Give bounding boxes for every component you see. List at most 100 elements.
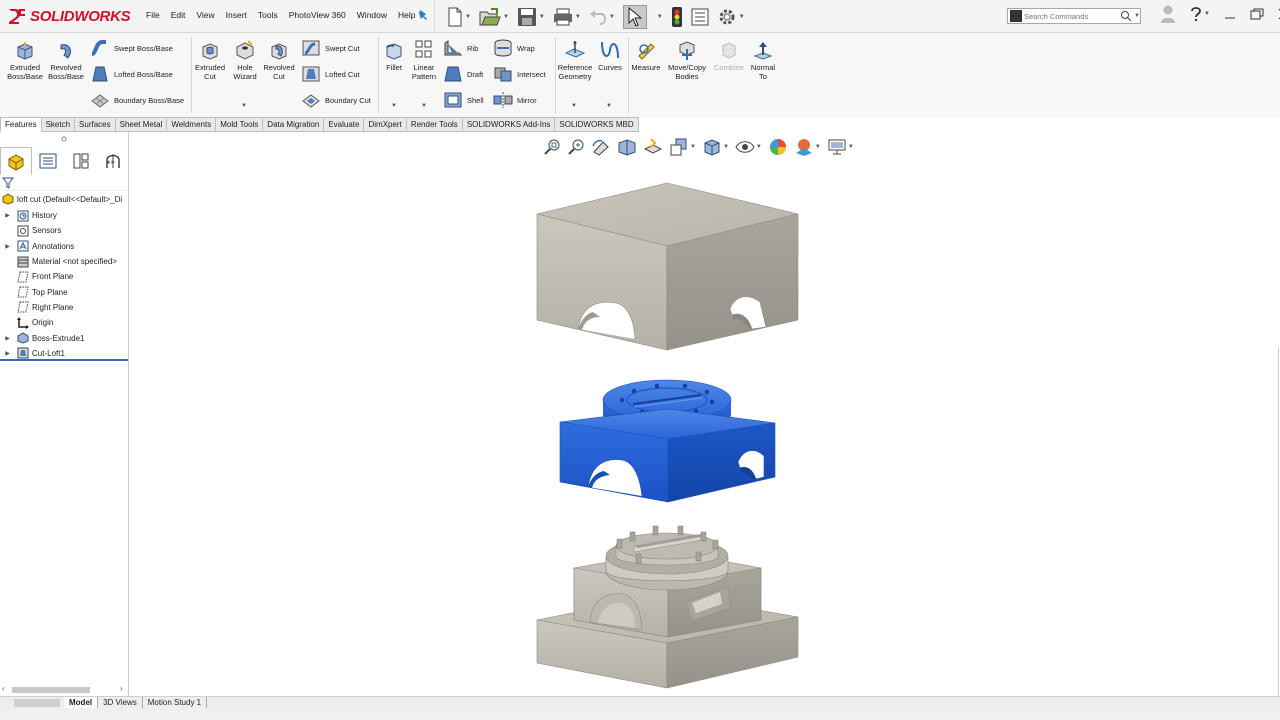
search-icon[interactable]: [1120, 10, 1132, 22]
scroll-right-icon[interactable]: ›: [120, 684, 123, 693]
lower-mold-block[interactable]: [536, 525, 799, 689]
tab-weldments[interactable]: Weldments: [167, 117, 217, 132]
extruded-cut-button[interactable]: Extruded Cut: [193, 41, 227, 81]
menu-file[interactable]: File: [146, 10, 160, 20]
tab-features[interactable]: Features: [0, 117, 42, 132]
tab-model[interactable]: Model: [64, 697, 99, 708]
draft-button[interactable]: Draft: [443, 65, 483, 83]
wrap-button[interactable]: Wrap: [493, 39, 535, 57]
menu-insert[interactable]: Insert: [226, 10, 247, 20]
swept-boss-button[interactable]: Swept Boss/Base: [90, 39, 173, 57]
fillet-dropdown[interactable]: ▼: [391, 103, 397, 109]
fillet-button[interactable]: Fillet: [382, 41, 406, 72]
rollback-bar[interactable]: [0, 359, 128, 361]
property-manager-tab[interactable]: [32, 147, 64, 175]
tab-surfaces[interactable]: Surfaces: [75, 117, 116, 132]
boundary-boss-button[interactable]: Boundary Boss/Base: [90, 91, 184, 109]
menu-photoview[interactable]: PhotoView 360: [289, 10, 346, 20]
tree-item-boss-extrude1[interactable]: ▶ Boss-Extrude1: [0, 330, 128, 345]
select-dropdown[interactable]: ▼: [655, 14, 663, 20]
tree-item-origin[interactable]: Origin: [0, 315, 128, 330]
expand-arrow-icon[interactable]: ▶: [3, 243, 12, 250]
expand-arrow-icon[interactable]: ▶: [3, 212, 12, 219]
user-account-button[interactable]: [1160, 4, 1176, 24]
rebuild-button[interactable]: [671, 6, 683, 28]
feature-manager-tab[interactable]: [0, 147, 33, 175]
expand-arrow-icon[interactable]: ▶: [3, 350, 12, 357]
new-document-button[interactable]: ▼: [447, 7, 471, 27]
tab-evaluate[interactable]: Evaluate: [324, 117, 365, 132]
menu-tools[interactable]: Tools: [258, 10, 278, 20]
help-button[interactable]: ▼: [1190, 7, 1210, 21]
tree-item-top-plane[interactable]: Top Plane: [0, 284, 128, 299]
print-button[interactable]: ▼: [553, 8, 581, 26]
tab-data-migration[interactable]: Data Migration: [263, 117, 325, 132]
select-button[interactable]: [622, 4, 647, 29]
search-commands-box[interactable]: ▼: [1007, 8, 1141, 24]
linear-pattern-dropdown[interactable]: ▼: [421, 103, 427, 109]
mirror-button[interactable]: Mirror: [493, 91, 537, 109]
open-button[interactable]: ▼: [479, 7, 509, 27]
panel-grip-icon[interactable]: [60, 135, 68, 143]
tab-solidworks-add-ins[interactable]: SOLIDWORKS Add-Ins: [462, 117, 556, 132]
curves-button[interactable]: Curves: [596, 39, 624, 72]
scroll-thumb[interactable]: [12, 687, 90, 693]
measure-button[interactable]: Measure: [630, 41, 662, 72]
undo-button[interactable]: ▼: [589, 8, 615, 26]
tab-mold-tools[interactable]: Mold Tools: [216, 117, 264, 132]
manager-tabs-scroll[interactable]: ◂ ▸: [106, 158, 115, 166]
search-dropdown-icon[interactable]: ▼: [1134, 13, 1140, 19]
rib-button[interactable]: Rib: [443, 39, 478, 57]
tab-sheet-metal[interactable]: Sheet Metal: [115, 117, 168, 132]
search-commands-input[interactable]: [1024, 11, 1120, 21]
menu-window[interactable]: Window: [357, 10, 387, 20]
extruded-boss-button[interactable]: Extruded Boss/Base: [6, 41, 44, 81]
restore-button[interactable]: [1250, 8, 1264, 20]
curves-dropdown[interactable]: ▼: [606, 103, 612, 109]
configuration-manager-tab[interactable]: [65, 147, 97, 175]
graphics-area[interactable]: ▼ ▼ ▼ ▼ ▼: [130, 132, 1280, 696]
tab-dimxpert[interactable]: DimXpert: [364, 117, 407, 132]
tree-item-front-plane[interactable]: Front Plane: [0, 269, 128, 284]
pin-menu-icon[interactable]: [417, 9, 429, 23]
shell-button[interactable]: Shell: [443, 91, 484, 109]
tab-3d-views[interactable]: 3D Views: [98, 697, 143, 708]
lofted-cut-button[interactable]: Lofted Cut: [301, 65, 360, 83]
model-scene[interactable]: [130, 132, 1280, 696]
tab-render-tools[interactable]: Render Tools: [406, 117, 463, 132]
expand-arrow-icon[interactable]: ▶: [3, 335, 12, 342]
tab-solidworks-mbd[interactable]: SOLIDWORKS MBD: [555, 117, 639, 132]
swept-cut-button[interactable]: Swept Cut: [301, 39, 360, 57]
revolved-cut-button[interactable]: Revolved Cut: [262, 41, 296, 81]
tree-item-history[interactable]: ▶ History: [0, 208, 128, 223]
molded-part-blue[interactable]: [559, 379, 776, 503]
solidworks-logo[interactable]: SOLIDWORKS: [6, 4, 131, 28]
combine-button[interactable]: Combine: [711, 41, 747, 72]
tree-item-sensors[interactable]: Sensors: [0, 223, 128, 238]
feature-tree-root[interactable]: loft cut (Default<<Default>_Di: [2, 193, 122, 205]
reference-geometry-button[interactable]: Reference Geometry: [556, 39, 594, 81]
tab-scroll-arrows[interactable]: [14, 699, 60, 707]
revolved-boss-button[interactable]: Revolved Boss/Base: [46, 41, 86, 81]
normal-to-button[interactable]: Normal To: [748, 41, 778, 81]
menu-help[interactable]: Help: [398, 10, 415, 20]
scroll-left-icon[interactable]: ‹: [2, 684, 5, 693]
options-button[interactable]: ▼: [717, 7, 745, 27]
hole-wizard-button[interactable]: Hole Wizard: [229, 39, 261, 81]
hole-wizard-dropdown[interactable]: ▼: [241, 103, 247, 109]
linear-pattern-button[interactable]: Linear Pattern: [408, 39, 440, 81]
upper-mold-block[interactable]: [536, 182, 799, 351]
feature-tree-hscrollbar[interactable]: ‹ ›: [0, 684, 128, 696]
minimize-button[interactable]: [1224, 8, 1236, 20]
tree-item-material[interactable]: Material <not specified>: [0, 254, 128, 269]
feature-tree-filter[interactable]: [1, 177, 128, 191]
save-button[interactable]: ▼: [517, 7, 545, 27]
lofted-boss-button[interactable]: Lofted Boss/Base: [90, 65, 173, 83]
menu-view[interactable]: View: [196, 10, 214, 20]
reference-geometry-dropdown[interactable]: ▼: [571, 103, 577, 109]
move-copy-bodies-button[interactable]: Move/Copy Bodies: [664, 41, 710, 81]
file-properties-button[interactable]: [691, 8, 709, 26]
tree-item-right-plane[interactable]: Right Plane: [0, 300, 128, 315]
tree-item-annotations[interactable]: ▶ Annotations: [0, 239, 128, 254]
boundary-cut-button[interactable]: Boundary Cut: [301, 91, 371, 109]
